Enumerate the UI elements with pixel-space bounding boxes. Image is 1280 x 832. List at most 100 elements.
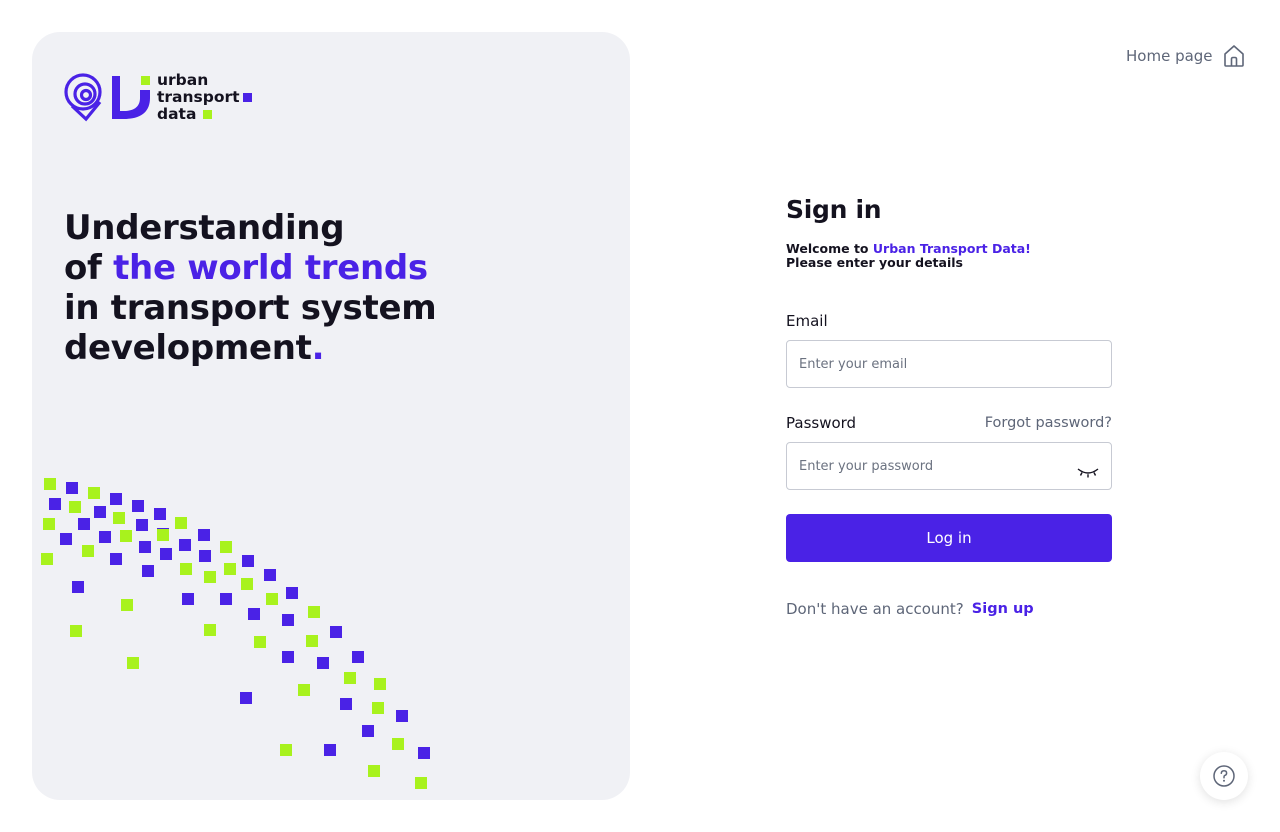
pattern-square (306, 635, 318, 647)
pattern-square (136, 519, 148, 531)
logo-square-purple (243, 93, 252, 102)
logo-line-transport: transport (157, 88, 240, 106)
signup-link[interactable]: Sign up (972, 601, 1034, 617)
email-field[interactable] (786, 340, 1112, 388)
pattern-square (69, 501, 81, 513)
pattern-square (78, 518, 90, 530)
pattern-square (415, 777, 427, 789)
pattern-square (248, 608, 260, 620)
pattern-square (139, 541, 151, 553)
welcome-instructions: Please enter your details (786, 255, 963, 270)
logo-mark-icon (64, 73, 150, 122)
pattern-square (82, 545, 94, 557)
pattern-square (49, 498, 61, 510)
welcome-prefix: Welcome to (786, 241, 873, 256)
pattern-square (240, 692, 252, 704)
pattern-square (317, 657, 329, 669)
pattern-square (44, 478, 56, 490)
signup-question: Don't have an account? (786, 600, 964, 618)
password-label: Password (786, 414, 857, 432)
pattern-square (88, 487, 100, 499)
pattern-square (344, 672, 356, 684)
pattern-square (324, 744, 336, 756)
pattern-square (362, 725, 374, 737)
page-title: Sign in (786, 195, 882, 224)
pattern-square (175, 517, 187, 529)
pattern-square (372, 702, 384, 714)
help-button[interactable] (1200, 752, 1248, 800)
pattern-square (282, 651, 294, 663)
pattern-square (198, 529, 210, 541)
pattern-square (224, 563, 236, 575)
pattern-square (352, 651, 364, 663)
forgot-password-link[interactable]: Forgot password? (985, 415, 1112, 431)
home-icon (1223, 45, 1244, 67)
headline-line-1: Understanding (64, 208, 345, 248)
pattern-square (308, 606, 320, 618)
logo-line-data: data (157, 105, 197, 123)
pattern-square (286, 587, 298, 599)
pattern-square (179, 539, 191, 551)
sign-in-form: Sign in Welcome to Urban Transport Data!… (786, 194, 1112, 618)
headline-dot: . (311, 328, 325, 368)
pattern-square (199, 550, 211, 562)
logo-line-transport-wrap: transport (157, 88, 252, 106)
pattern-square (43, 518, 55, 530)
pattern-square (242, 555, 254, 567)
headline-of: of (64, 248, 114, 288)
headline-development: development (64, 328, 312, 368)
logo-line-data-wrap: data (157, 106, 240, 123)
pattern-square (254, 636, 266, 648)
logo-line-urban: urban (157, 71, 209, 89)
headline-line-2: of the world trends (64, 248, 584, 288)
pattern-square (266, 593, 278, 605)
headline-line-4: development. (64, 328, 584, 368)
password-label-row: Password Forgot password? (786, 414, 1112, 432)
pattern-square (220, 541, 232, 553)
logo-square-green (203, 110, 212, 119)
pattern-square (241, 578, 253, 590)
pattern-square (113, 512, 125, 524)
home-page-label: Home page (1126, 47, 1213, 65)
pattern-square (182, 593, 194, 605)
pattern-square (99, 531, 111, 543)
pattern-square (204, 571, 216, 583)
pattern-square (160, 548, 172, 560)
pattern-square (94, 506, 106, 518)
pattern-square (204, 624, 216, 636)
pattern-square (154, 508, 166, 520)
password-field-wrap (786, 442, 1112, 490)
signup-row: Don't have an account? Sign up (786, 600, 1112, 618)
pattern-square (418, 747, 430, 759)
pattern-square (280, 744, 292, 756)
pattern-square (264, 569, 276, 581)
pattern-square (368, 765, 380, 777)
pattern-square (282, 614, 294, 626)
pattern-square (142, 565, 154, 577)
pattern-square (60, 533, 72, 545)
pattern-square (180, 563, 192, 575)
headline-line-3: in transport system (64, 288, 437, 328)
pattern-square (157, 529, 169, 541)
home-page-link[interactable]: Home page (1126, 44, 1245, 68)
pattern-square (127, 657, 139, 669)
password-field[interactable] (786, 442, 1112, 490)
pattern-square (132, 500, 144, 512)
welcome-text: Welcome to Urban Transport Data! Please … (786, 242, 1112, 270)
pattern-square (396, 710, 408, 722)
login-button[interactable]: Log in (786, 514, 1112, 562)
pattern-square (121, 599, 133, 611)
pattern-square (41, 553, 53, 565)
pattern-square (340, 698, 352, 710)
decorative-dots-pattern (41, 478, 430, 789)
pattern-square (70, 625, 82, 637)
brand-logo[interactable]: urban transport data (64, 71, 264, 123)
pattern-square (298, 684, 310, 696)
pattern-square (66, 482, 78, 494)
pattern-square (392, 738, 404, 750)
pattern-square (72, 581, 84, 593)
eye-closed-icon[interactable] (1076, 466, 1100, 480)
headline-accent: the world trends (113, 248, 428, 288)
pattern-square (330, 626, 342, 638)
hero-headline: Understanding of the world trends in tra… (64, 208, 584, 368)
